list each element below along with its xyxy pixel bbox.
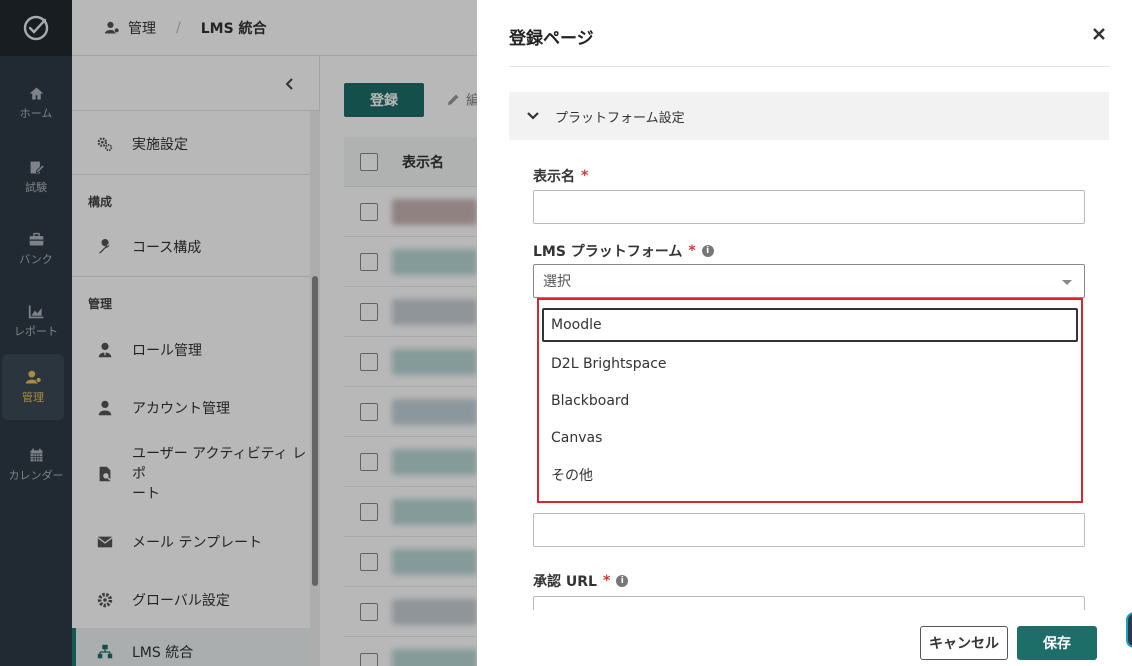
platform-dropdown-list: Moodle D2L Brightspace Blackboard Canvas… xyxy=(537,298,1083,503)
client-id-input[interactable] xyxy=(533,513,1085,547)
cancel-button[interactable]: キャンセル xyxy=(920,626,1008,660)
info-icon[interactable]: i xyxy=(616,575,629,587)
field-label-display-name: 表示名 * xyxy=(533,166,588,186)
field-label-lms-platform: LMS プラットフォーム * i xyxy=(533,241,714,261)
caret-down-icon xyxy=(1062,280,1072,285)
option-canvas[interactable]: Canvas xyxy=(542,421,1078,455)
label-text: 表示名 xyxy=(533,169,575,185)
modal-backdrop[interactable] xyxy=(0,0,477,666)
section-header-platform[interactable]: プラットフォーム設定 xyxy=(509,92,1109,140)
display-name-input[interactable] xyxy=(533,190,1085,224)
required-mark: * xyxy=(581,168,589,184)
select-placeholder: 選択 xyxy=(543,274,571,290)
label-text: LMS プラットフォーム xyxy=(533,244,683,260)
info-icon[interactable]: i xyxy=(701,245,714,257)
lms-platform-select[interactable]: 選択 xyxy=(533,264,1085,298)
option-other[interactable]: その他 xyxy=(542,458,1078,492)
drawer-title: 登録ページ xyxy=(509,29,594,49)
required-mark: * xyxy=(602,573,611,589)
field-label-auth-url: 承認 URL * i xyxy=(533,571,629,591)
option-blackboard[interactable]: Blackboard xyxy=(542,384,1078,418)
section-title: プラットフォーム設定 xyxy=(555,110,685,126)
register-drawer: 登録ページ プラットフォーム設定 表示名 * LMS プラットフォーム * i … xyxy=(477,0,1132,666)
divider xyxy=(509,66,1109,67)
chevron-down-icon xyxy=(527,112,539,120)
required-mark: * xyxy=(688,243,696,259)
side-handle[interactable] xyxy=(1126,612,1132,648)
close-button[interactable] xyxy=(1087,22,1111,46)
label-text: 承認 URL xyxy=(533,574,597,590)
option-moodle[interactable]: Moodle xyxy=(542,308,1078,342)
save-button[interactable]: 保存 xyxy=(1017,626,1097,660)
close-icon xyxy=(1093,28,1105,40)
option-d2l-brightspace[interactable]: D2L Brightspace xyxy=(542,347,1078,381)
